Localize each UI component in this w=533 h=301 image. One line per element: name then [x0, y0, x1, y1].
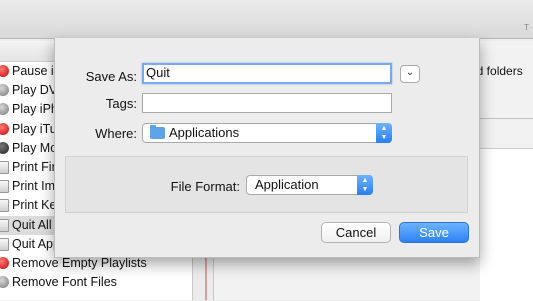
- iphoto-icon: [0, 103, 9, 116]
- file-format-value: Application: [255, 177, 319, 192]
- tags-field[interactable]: [142, 93, 392, 113]
- file-format-popup[interactable]: Application ▲ ▼: [246, 175, 373, 195]
- printer-icon: [0, 199, 9, 213]
- workflow-content-box: [480, 148, 533, 301]
- printer-icon: [0, 160, 9, 174]
- toolbar-corner-text: T: [524, 23, 529, 32]
- chevron-down-icon: ⌄: [405, 67, 415, 78]
- quit-app-icon: [0, 218, 9, 232]
- cancel-button[interactable]: Cancel: [321, 222, 391, 243]
- sidebar-item-label: Remove Font Files: [12, 275, 117, 290]
- popup-stepper-icon: ▲ ▼: [376, 123, 392, 143]
- sidebar-item[interactable]: Remove Font Files: [0, 273, 192, 292]
- expand-dialog-button[interactable]: ⌄: [400, 65, 420, 83]
- file-format-label: File Format:: [170, 179, 240, 194]
- applications-folder-icon: [150, 125, 165, 139]
- save-dialog: Save As: Quit ⌄ Tags: Where: Application…: [54, 38, 480, 258]
- itunes-icon: [0, 256, 9, 269]
- file-format-panel: File Format: Application ▲ ▼: [65, 156, 468, 213]
- where-label: Where:: [95, 126, 137, 141]
- printer-icon: [0, 180, 9, 194]
- where-popup[interactable]: Applications ▲ ▼: [142, 123, 392, 143]
- dvd-player-icon: [0, 84, 9, 97]
- divider-line: [480, 118, 533, 119]
- window-toolbar: T: [0, 0, 533, 39]
- itunes-icon: [0, 65, 9, 77]
- save-as-label: Save As:: [85, 69, 137, 84]
- font-book-icon: [0, 276, 9, 289]
- popup-stepper-icon: ▲ ▼: [357, 175, 373, 195]
- save-as-field[interactable]: Quit: [142, 63, 392, 84]
- quit-app-icon: [0, 237, 9, 251]
- quicktime-icon: [0, 141, 9, 154]
- save-button[interactable]: Save: [399, 222, 469, 243]
- itunes-icon: [0, 122, 9, 135]
- tags-label: Tags:: [105, 96, 137, 111]
- where-value: Applications: [169, 125, 240, 140]
